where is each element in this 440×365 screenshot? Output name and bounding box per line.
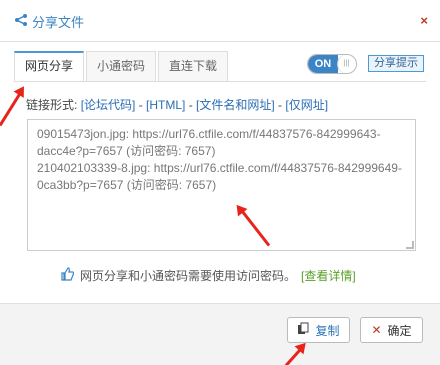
tab-xiaotong-password[interactable]: 小通密码 [86,51,157,81]
tab-web-share[interactable]: 网页分享 [14,51,85,81]
dialog-title: 分享文件 [14,12,84,31]
copy-icon [297,322,309,339]
format-separator: - [185,98,197,112]
share-icon [14,13,28,30]
share-tabs: 网页分享 小通密码 直连下载 [14,51,230,81]
link-format-row: 链接形式: [论坛代码] - [HTML] - [文件名和网址] - [仅网址] [26,96,328,113]
format-html-link[interactable]: [HTML] [146,98,185,112]
note-text: 网页分享和小通密码需要使用访问密码。 [80,269,297,283]
confirm-button-label: 确定 [387,323,412,338]
x-icon: ✕ [371,323,382,337]
dialog-titlebar: 分享文件 × [0,0,440,42]
share-hint-button[interactable]: 分享提示 [368,55,424,72]
share-file-dialog: 分享文件 × 网页分享 小通密码 直连下载 ON ||| 分享提示 链接形式: … [0,0,440,365]
resize-handle-icon[interactable] [406,241,414,249]
access-password-note: 网页分享和小通密码需要使用访问密码。 [查看详情] [60,267,356,284]
format-url-only-link[interactable]: [仅网址] [285,98,328,112]
tab-direct-download[interactable]: 直连下载 [158,51,229,81]
toggle-on-label: ON [308,55,338,73]
toggle-knob-icon: ||| [337,55,355,73]
tab-divider [14,81,426,82]
copy-button[interactable]: 复制 [287,317,350,343]
close-icon[interactable]: × [420,13,428,28]
copy-button-label: 复制 [315,323,340,338]
annotation-arrow-icon [0,92,22,127]
dialog-title-text: 分享文件 [32,15,85,30]
thumbs-up-icon [60,267,75,284]
format-filename-url-link[interactable]: [文件名和网址] [196,98,275,112]
share-links-textarea[interactable]: 09015473jon.jpg: https://url76.ctfile.co… [27,119,416,251]
confirm-button[interactable]: ✕ 确定 [360,317,423,343]
format-forum-code-link[interactable]: [论坛代码] [81,98,136,112]
format-separator: - [135,98,147,112]
share-link-line: 09015473jon.jpg: https://url76.ctfile.co… [37,127,381,158]
share-toggle[interactable]: ON ||| [307,54,357,74]
format-separator: - [274,98,286,112]
share-link-line: 210402103339-8.jpg: https://url76.ctfile… [37,161,402,192]
view-details-link[interactable]: [查看详情] [301,267,356,284]
link-format-label: 链接形式: [26,98,78,112]
